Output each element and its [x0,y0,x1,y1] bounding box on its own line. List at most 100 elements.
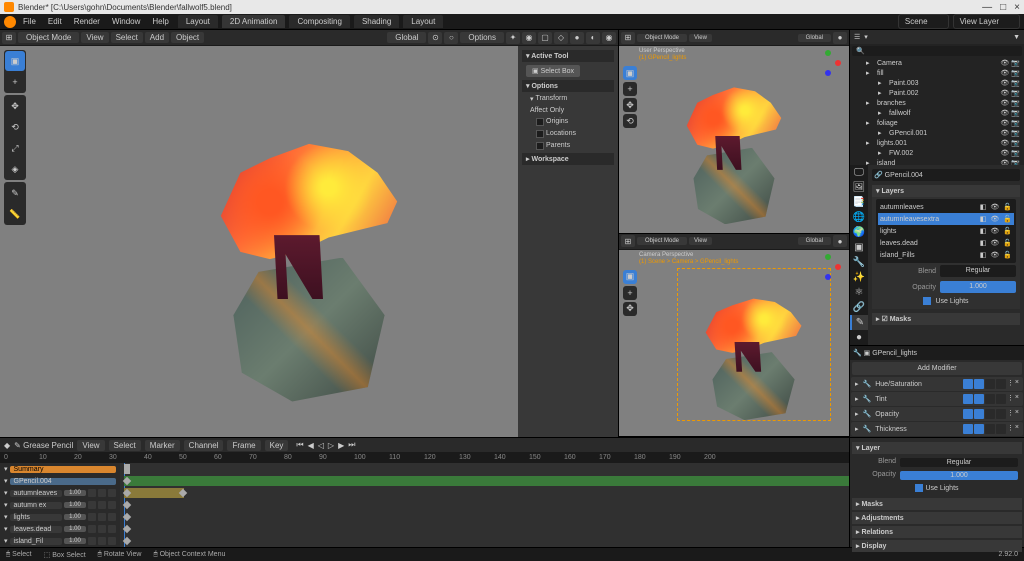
workspace-tab-layout[interactable]: Layout [178,15,218,28]
gp-layer-row[interactable]: autumnleaves◧👁🔓 [878,201,1014,213]
channel-opacity[interactable]: 1.00 [64,502,86,508]
channel-hide-toggle[interactable] [98,489,106,497]
modifier-row[interactable]: ▸🔧Opacity⋮× [851,407,1023,421]
visibility-toggle-icon[interactable]: 👁 [1000,109,1009,117]
channel-row[interactable]: ▾lights1.00 [0,511,120,523]
viewport-main-canvas[interactable]: ▣ + ✥ ⟲ ⤢ ◈ ✎ 📏 [0,46,618,437]
opacity-slider[interactable]: 1.000 [940,281,1016,293]
orientation-dropdown[interactable]: Global [387,32,426,43]
channel-lock-toggle[interactable] [108,513,116,521]
channel-lock-toggle[interactable] [108,525,116,533]
keyframe[interactable] [123,525,131,533]
mod-menu-icon[interactable]: ⋮ [1007,379,1014,389]
prop-tab-objectdata[interactable]: ✎ [850,315,868,330]
render-toggle-icon[interactable]: 📷 [1011,129,1020,137]
tool-rotate[interactable]: ⟲ [623,114,637,128]
mod-edit-toggle[interactable] [963,379,973,389]
blend-dropdown[interactable]: Regular [940,265,1016,277]
visibility-toggle-icon[interactable]: 👁 [1000,119,1009,127]
layer-mask-icon[interactable]: ◧ [980,203,987,211]
render-toggle-icon[interactable]: 📷 [1011,79,1020,87]
prop-tab-modifiers[interactable]: 🔧 [850,255,868,270]
channel-hide-toggle[interactable] [98,537,106,545]
prop-tab-output[interactable]: 🖼 [850,180,868,195]
close-icon[interactable]: × [1015,379,1019,389]
layer-visibility-icon[interactable]: 👁 [990,239,999,247]
close-button[interactable]: × [1014,2,1020,13]
gizmo-toggle-icon[interactable]: ✦ [506,32,520,44]
expand-icon[interactable]: ▾ [4,537,8,545]
use-lights-checkbox[interactable] [915,484,923,492]
mod-extra-toggle[interactable] [996,424,1006,434]
select-box-button[interactable]: ▣ Select Box [526,65,580,77]
shading-icon[interactable]: ● [833,32,847,44]
mod-menu-icon[interactable]: ⋮ [1007,394,1014,404]
keyframe[interactable] [123,501,131,509]
masks-panel-header[interactable]: ▸ Masks [852,498,1022,510]
prop-tab-world[interactable]: 🌍 [850,225,868,240]
outliner-editor-icon[interactable]: ☰ [854,33,860,41]
shading-icon[interactable]: ● [833,235,847,247]
channel-mask-toggle[interactable] [88,489,96,497]
tl-menu-channel[interactable]: Channel [184,440,224,451]
render-toggle-icon[interactable]: 📷 [1011,99,1020,107]
channel-row[interactable]: ▾Summary [0,463,120,475]
layers-panel-header[interactable]: ▾ Layers [872,185,1020,197]
prop-tab-constraints[interactable]: 🔗 [850,300,868,315]
blend-dropdown[interactable]: Regular [900,458,1018,467]
snap-icon[interactable]: ⊙ [428,32,442,44]
vp-menu-view[interactable]: View [689,34,712,42]
outliner-item[interactable]: ▸fallwolf👁📷 [850,108,1024,118]
workspace-tab-layout2[interactable]: Layout [403,15,443,28]
visibility-toggle-icon[interactable]: 👁 [1000,79,1009,87]
outliner-item[interactable]: ▸Paint.003👁📷 [850,78,1024,88]
layer-lock-icon[interactable]: 🔓 [1003,203,1012,211]
expand-icon[interactable]: ▾ [4,489,8,497]
menu-help[interactable]: Help [147,15,173,28]
gp-layer-row[interactable]: island_Fills◧👁🔓 [878,249,1014,261]
render-toggle-icon[interactable]: 📷 [1011,139,1020,147]
origins-checkbox[interactable] [536,118,544,126]
layer-visibility-icon[interactable]: 👁 [990,227,999,235]
channel-hide-toggle[interactable] [98,501,106,509]
mode-dropdown[interactable]: Object Mode [18,32,79,43]
keyframe-track[interactable] [120,475,849,487]
expand-icon[interactable]: ▾ [4,501,8,509]
tool-select[interactable]: ▣ [623,270,637,284]
viewport-tr-canvas[interactable]: User Perspective (1) GPencil_lights ▣ + … [619,46,849,233]
tl-menu-view[interactable]: View [77,440,104,451]
visibility-toggle-icon[interactable]: 👁 [1000,59,1009,67]
editor-type-icon[interactable]: ◆ [4,441,10,450]
mod-menu-icon[interactable]: ⋮ [1007,424,1014,434]
mod-extra-toggle[interactable] [996,409,1006,419]
mod-render-toggle[interactable] [985,409,995,419]
shading-matprev-icon[interactable]: ◐ [586,32,600,44]
channel-row[interactable]: ▾island_Fil1.00 [0,535,120,547]
tool-rotate[interactable]: ⟲ [5,117,25,137]
prop-tab-render[interactable]: 🖵 [850,165,868,180]
prop-tab-effects[interactable]: ✨ [850,270,868,285]
vp-menu-view[interactable]: View [689,237,712,245]
channel-opacity[interactable]: 1.00 [64,490,86,496]
layer-visibility-icon[interactable]: 👁 [990,251,999,259]
summary-key[interactable] [124,464,130,474]
keyframe-track[interactable] [120,535,849,547]
timeline-ruler[interactable]: 0102030405060708090100110120130140150160… [0,452,849,463]
visibility-toggle-icon[interactable]: 👁 [1000,89,1009,97]
tool-move[interactable]: ✥ [5,96,25,116]
mod-realtime-toggle[interactable] [974,394,984,404]
workspace-tab-2d-animation[interactable]: 2D Animation [222,15,286,28]
layer-visibility-icon[interactable]: 👁 [990,203,999,211]
visibility-toggle-icon[interactable]: 👁 [1000,69,1009,77]
expand-icon[interactable]: ▾ [4,525,8,533]
editor-type-icon[interactable]: ⊞ [621,32,635,44]
orientation-dropdown[interactable]: Global [798,237,831,245]
tl-menu-key[interactable]: Key [265,440,289,451]
display-panel-header[interactable]: ▸ Display [852,540,1022,552]
modifier-row[interactable]: ▸🔧Thickness⋮× [851,422,1023,436]
expand-icon[interactable]: ▸ [855,380,859,388]
workspace-tab-compositing[interactable]: Compositing [289,15,349,28]
expand-icon[interactable]: ▾ [4,513,8,521]
menu-render[interactable]: Render [69,15,105,28]
layer-mask-icon[interactable]: ◧ [980,227,987,235]
